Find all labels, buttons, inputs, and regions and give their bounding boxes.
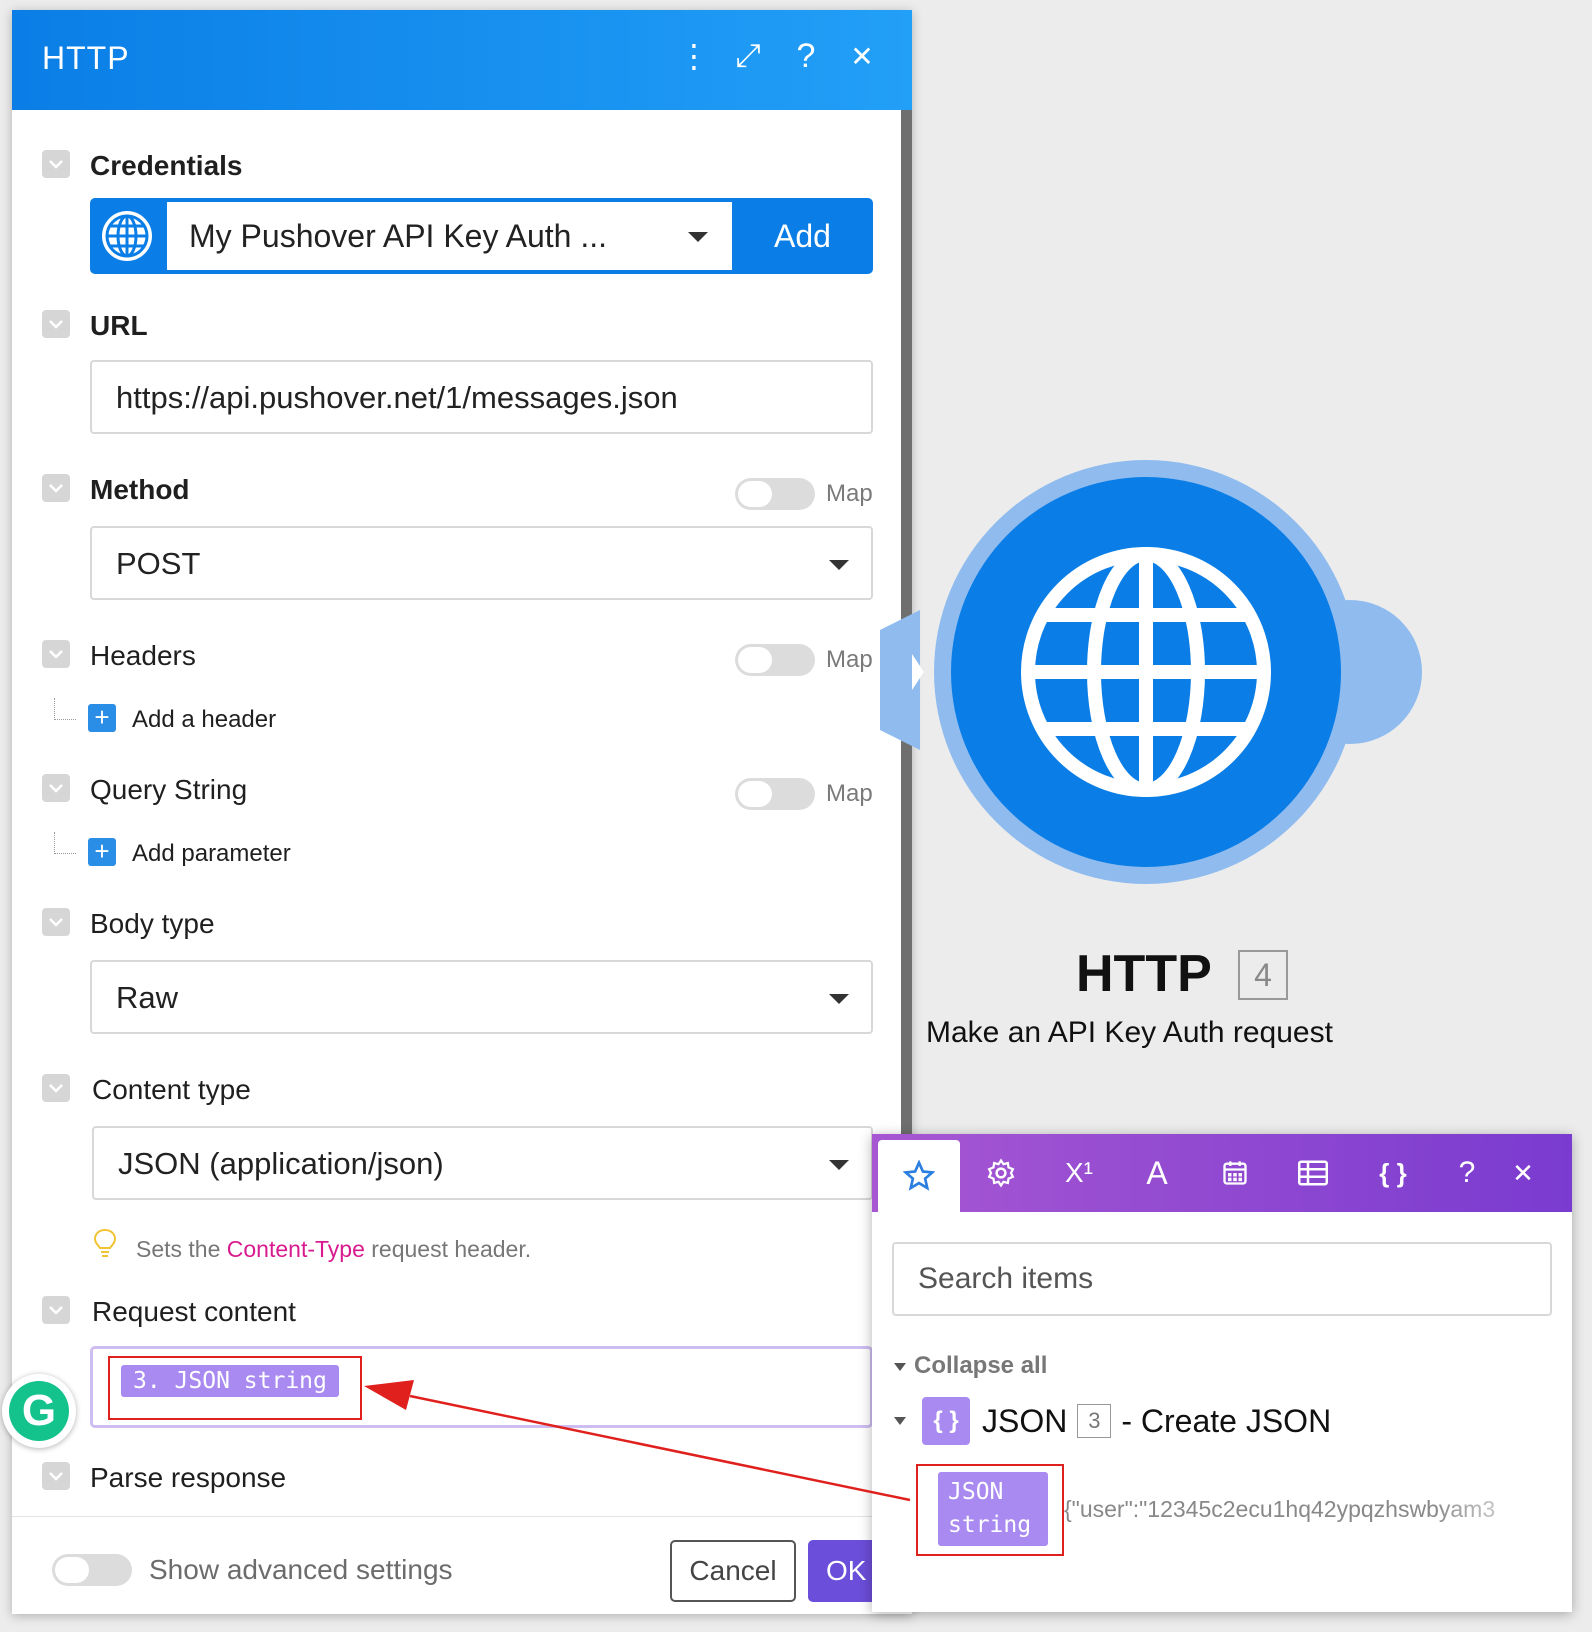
content-type-select[interactable]: JSON (application/json) — [92, 1126, 873, 1200]
calendar-icon[interactable] — [1196, 1134, 1274, 1212]
cancel-button[interactable]: Cancel — [670, 1540, 796, 1602]
caret-down-icon — [894, 1417, 906, 1425]
close-icon[interactable]: ✕ — [1498, 1134, 1548, 1212]
group-name: JSON — [982, 1402, 1068, 1439]
tree-connector — [54, 698, 76, 720]
collapse-all-button[interactable]: Collapse all — [894, 1352, 1047, 1380]
advanced-settings-label: Show advanced settings — [149, 1554, 453, 1585]
method-map-label: Map — [826, 480, 873, 507]
grammarly-icon[interactable]: G — [2, 1374, 76, 1448]
chevron-down-icon — [829, 994, 849, 1004]
query-string-map-label: Map — [826, 780, 873, 807]
credentials-collapse-icon[interactable] — [42, 150, 70, 178]
globe-icon — [102, 211, 152, 261]
group-description: - Create JSON — [1121, 1402, 1332, 1439]
content-type-hint: Sets the Content-Type request header. — [136, 1236, 532, 1262]
dialog-header: HTTP ⋮ ⤢ ? ✕ — [12, 10, 912, 110]
query-string-collapse-icon[interactable] — [42, 774, 70, 802]
query-string-map-toggle[interactable] — [735, 778, 815, 810]
parse-response-collapse-icon[interactable] — [42, 1462, 70, 1490]
headers-map-toggle[interactable] — [735, 644, 815, 676]
text-icon[interactable]: A — [1118, 1134, 1196, 1212]
help-icon[interactable]: ? — [784, 34, 828, 78]
query-string-label: Query String — [90, 774, 248, 805]
tree-connector — [54, 832, 76, 854]
body-type-select[interactable]: Raw — [90, 960, 873, 1034]
annotation-box-target — [108, 1356, 362, 1420]
caret-down-icon — [894, 1362, 906, 1371]
plus-icon[interactable]: + — [88, 838, 116, 866]
content-type-highlight: Content-Type — [226, 1236, 365, 1262]
url-collapse-icon[interactable] — [42, 310, 70, 338]
module-title: HTTP — [1076, 945, 1212, 1003]
method-select[interactable]: POST — [90, 526, 873, 600]
lightbulb-icon — [93, 1228, 117, 1257]
body-type-selected-value: Raw — [116, 980, 179, 1015]
more-vertical-icon[interactable]: ⋮ — [672, 34, 716, 78]
credentials-selected-value: My Pushover API Key Auth ... — [189, 218, 607, 254]
dialog-title: HTTP — [42, 40, 130, 76]
search-items-field[interactable] — [892, 1242, 1552, 1316]
headers-map-label: Map — [826, 646, 873, 673]
expand-icon[interactable]: ⤢ — [726, 34, 770, 78]
chevron-down-icon — [829, 1160, 849, 1170]
credentials-label: Credentials — [90, 150, 243, 181]
json-module-group[interactable]: { } JSON 3 - Create JSON — [894, 1396, 1331, 1446]
request-content-label: Request content — [92, 1296, 296, 1327]
annotation-box-source — [916, 1464, 1064, 1556]
add-header-link[interactable]: Add a header — [132, 706, 276, 734]
add-parameter-link[interactable]: Add parameter — [132, 840, 291, 868]
module-subtitle: Make an API Key Auth request — [926, 1016, 1333, 1049]
module-number-badge: 4 — [1238, 950, 1288, 1000]
url-value: https://api.pushover.net/1/messages.json — [116, 380, 678, 415]
method-map-toggle[interactable] — [735, 478, 815, 510]
superscript-icon[interactable]: X¹ — [1040, 1134, 1118, 1212]
group-number-badge: 3 — [1077, 1404, 1112, 1438]
chevron-down-icon — [688, 232, 708, 242]
advanced-settings-toggle[interactable] — [52, 1554, 132, 1586]
content-type-label: Content type — [92, 1074, 251, 1105]
url-input[interactable]: https://api.pushover.net/1/messages.json — [90, 360, 873, 434]
search-input[interactable] — [894, 1244, 1550, 1314]
body-type-collapse-icon[interactable] — [42, 908, 70, 936]
plus-icon[interactable]: + — [88, 704, 116, 732]
http-module-bubble[interactable] — [880, 450, 1440, 920]
method-label: Method — [90, 474, 190, 505]
content-type-collapse-icon[interactable] — [42, 1074, 70, 1102]
chevron-down-icon — [829, 560, 849, 570]
gear-icon[interactable] — [962, 1134, 1040, 1212]
headers-collapse-icon[interactable] — [42, 640, 70, 668]
braces-icon: { } — [922, 1397, 970, 1445]
mapping-panel-tabs: X¹ A { } ? ✕ — [872, 1134, 1572, 1212]
method-collapse-icon[interactable] — [42, 474, 70, 502]
headers-label: Headers — [90, 640, 196, 671]
help-icon[interactable]: ? — [1442, 1134, 1492, 1212]
credentials-connection-select[interactable]: My Pushover API Key Auth ... Add — [90, 198, 873, 274]
parse-response-label: Parse response — [90, 1462, 287, 1493]
close-icon[interactable]: ✕ — [840, 34, 884, 78]
add-credentials-button[interactable]: Add — [732, 198, 873, 274]
value-fade — [1432, 1490, 1554, 1530]
globe-icon — [1021, 547, 1271, 797]
credentials-dropdown[interactable]: My Pushover API Key Auth ... — [167, 202, 732, 270]
request-content-collapse-icon[interactable] — [42, 1296, 70, 1324]
table-icon[interactable] — [1274, 1134, 1352, 1212]
body-type-label: Body type — [90, 908, 215, 939]
content-type-selected-value: JSON (application/json) — [118, 1146, 444, 1181]
method-selected-value: POST — [116, 546, 201, 581]
braces-icon[interactable]: { } — [1352, 1134, 1434, 1212]
star-icon[interactable] — [878, 1140, 960, 1212]
url-label: URL — [90, 310, 148, 341]
footer-divider — [12, 1516, 912, 1517]
